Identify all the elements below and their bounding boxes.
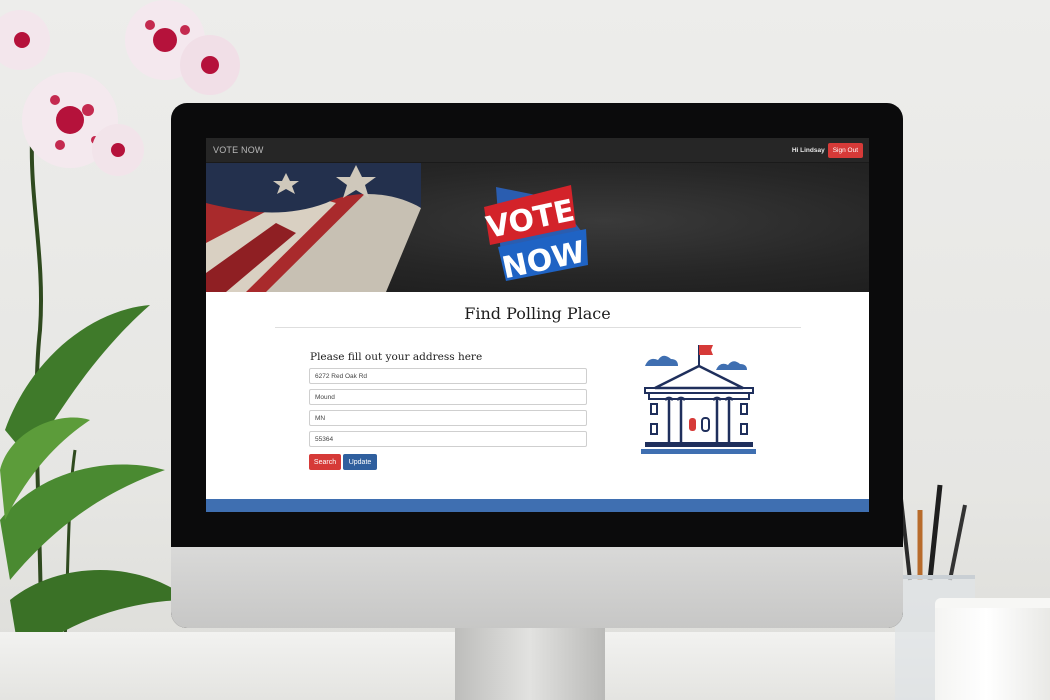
footer-bar bbox=[206, 499, 869, 512]
monitor-chin bbox=[171, 547, 903, 628]
hero-banner: VOTE NOW bbox=[206, 163, 869, 292]
city-field[interactable]: Mound bbox=[309, 389, 587, 405]
page-title: Find Polling Place bbox=[464, 304, 611, 323]
form-heading: Please fill out your address here bbox=[310, 351, 483, 363]
state-field[interactable]: MN bbox=[309, 410, 587, 426]
monitor-stand bbox=[455, 628, 605, 700]
vote-now-logo: VOTE NOW bbox=[483, 185, 588, 281]
main-content: Find Polling Place Please fill out your … bbox=[206, 292, 869, 499]
zip-field[interactable]: 55364 bbox=[309, 431, 587, 447]
brand-link[interactable]: VOTE NOW bbox=[213, 145, 264, 155]
update-button[interactable]: Update bbox=[343, 454, 377, 470]
monitor: VOTE NOW Hi Lindsay Sign Out VOTE NOW Fi… bbox=[171, 103, 903, 628]
title-divider bbox=[275, 327, 801, 328]
search-button[interactable]: Search bbox=[309, 454, 341, 470]
sign-out-button[interactable]: Sign Out bbox=[827, 142, 863, 158]
capitol-building-icon bbox=[641, 345, 756, 454]
user-nav: Hi Lindsay Sign Out bbox=[791, 142, 863, 158]
street-address-field[interactable]: 6272 Red Oak Rd bbox=[309, 368, 587, 384]
user-greeting: Hi Lindsay bbox=[791, 146, 825, 154]
coffee-mug bbox=[935, 598, 1050, 700]
navbar: VOTE NOW Hi Lindsay Sign Out bbox=[206, 138, 869, 163]
app-screen: VOTE NOW Hi Lindsay Sign Out VOTE NOW Fi… bbox=[206, 138, 869, 512]
american-flag-image bbox=[206, 163, 421, 292]
